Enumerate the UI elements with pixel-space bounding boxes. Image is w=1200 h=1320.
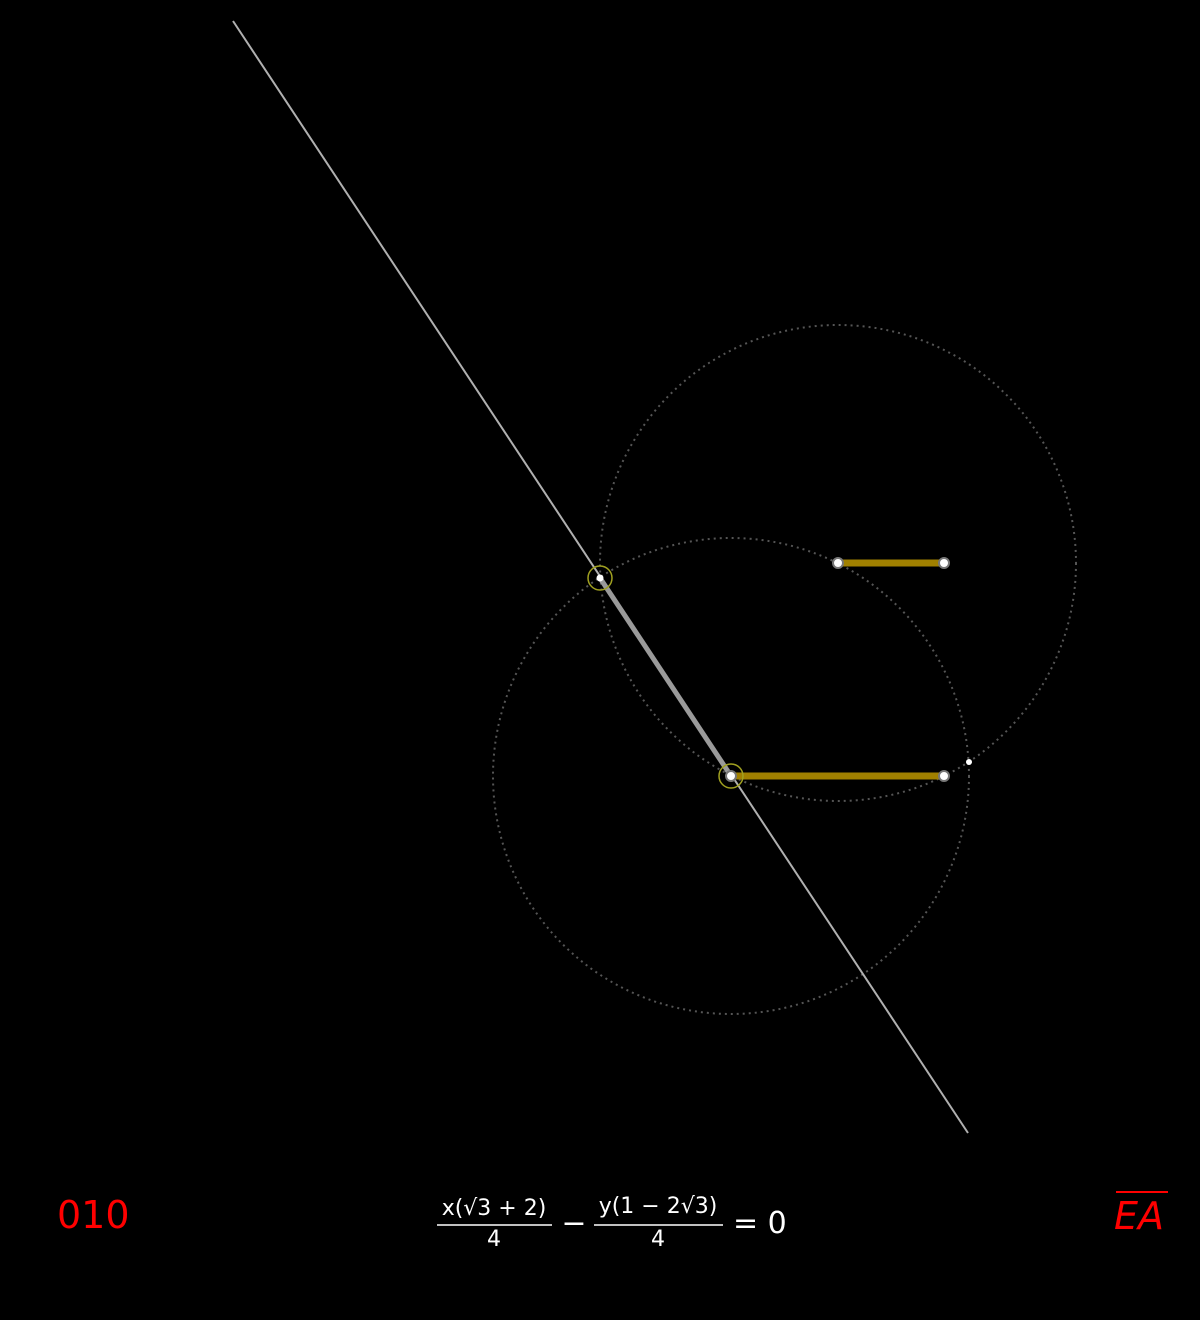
step-number: 010 bbox=[57, 1193, 130, 1237]
point-upper-left[interactable] bbox=[832, 557, 844, 569]
equation-operator: − bbox=[561, 1206, 586, 1241]
equation-rhs: = 0 bbox=[733, 1206, 787, 1241]
equation-term1-denominator: 4 bbox=[487, 1227, 501, 1252]
equation-term2-numerator: y(1 − 2√3) bbox=[599, 1194, 718, 1219]
construction-canvas: 010 x(√3 + 2) 4 − y(1 − 2√3) 4 = 0 EA bbox=[57, 20, 1168, 1252]
equation-term1-numerator: x(√3 + 2) bbox=[442, 1196, 547, 1221]
equation-term2-denominator: 4 bbox=[651, 1227, 665, 1252]
highlighted-segment-ea bbox=[597, 576, 734, 778]
equation: x(√3 + 2) 4 − y(1 − 2√3) 4 = 0 bbox=[437, 1194, 787, 1252]
point-lower-right[interactable] bbox=[938, 770, 950, 782]
point-a[interactable] bbox=[725, 770, 737, 782]
point-e[interactable] bbox=[596, 574, 604, 582]
segment-label: EA bbox=[1114, 1194, 1164, 1238]
point-upper-right[interactable] bbox=[938, 557, 950, 569]
intersection-point[interactable] bbox=[966, 759, 972, 765]
